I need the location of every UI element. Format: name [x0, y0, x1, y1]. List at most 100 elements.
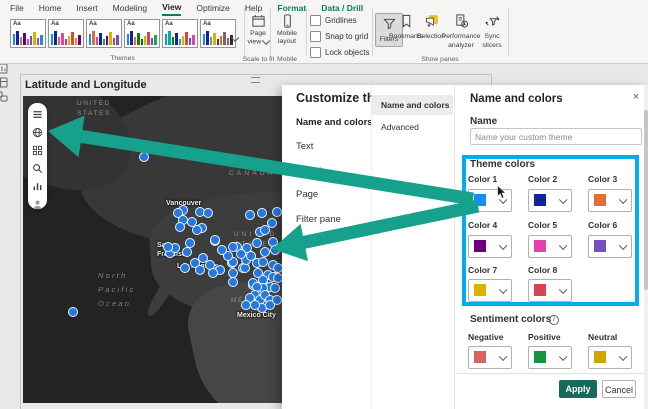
theme-card-2[interactable]: Aa — [48, 19, 84, 48]
neutral-dropdown[interactable] — [588, 346, 632, 369]
map-data-point[interactable] — [203, 208, 213, 218]
theme-card-3[interactable]: Aa — [86, 19, 122, 48]
map-data-point[interactable] — [208, 268, 218, 278]
map-data-point[interactable] — [217, 245, 227, 255]
map-data-point[interactable] — [272, 207, 282, 217]
menu-view[interactable]: View — [162, 1, 181, 16]
scrollbar-thumb[interactable] — [644, 110, 648, 290]
search-icon[interactable] — [32, 161, 43, 179]
map-data-point[interactable] — [163, 242, 173, 252]
theme-bar — [78, 35, 80, 45]
map-label-north: North Pacific Ocean — [98, 269, 136, 311]
theme-bar — [168, 31, 170, 45]
map-data-point[interactable] — [195, 265, 205, 275]
positive-dropdown[interactable] — [528, 346, 572, 369]
map-data-point[interactable] — [180, 263, 190, 273]
theme-card-6[interactable]: Aa — [200, 19, 236, 48]
nav-item-page[interactable]: Page — [296, 189, 318, 200]
menu-optimize[interactable]: Optimize — [196, 2, 230, 15]
map-data-point[interactable] — [252, 238, 262, 248]
menu-file[interactable]: File — [10, 2, 24, 15]
color-dropdown-5[interactable] — [528, 235, 572, 258]
color-label-4: Color 4 — [468, 220, 497, 230]
data-view-icon[interactable] — [0, 77, 8, 88]
map-data-point[interactable] — [68, 307, 78, 317]
checkbox-box[interactable] — [310, 15, 321, 26]
color-dropdown-1[interactable] — [468, 189, 512, 212]
close-icon[interactable]: × — [630, 91, 642, 103]
map-toolbar — [28, 103, 47, 209]
menu-modeling[interactable]: Modeling — [113, 2, 148, 15]
map-data-point[interactable] — [258, 257, 268, 267]
theme-bar — [16, 31, 18, 45]
visual-drag-handle[interactable] — [251, 77, 260, 83]
performance-analyzer-button[interactable]: Performance analyzer — [443, 13, 479, 50]
subnav-item-name-and-colors[interactable]: Name and colors — [371, 95, 453, 115]
map-data-point[interactable] — [245, 210, 255, 220]
bar-chart-icon[interactable] — [32, 179, 43, 197]
map-data-point[interactable] — [175, 222, 185, 232]
dialog-scrollbar[interactable] — [644, 85, 648, 409]
bookmarks-button[interactable]: Bookmarks — [392, 13, 420, 42]
checkbox-lock-objects[interactable]: Lock objects — [310, 47, 369, 58]
color-dropdown-3[interactable] — [588, 189, 632, 212]
theme-bar — [165, 34, 167, 45]
cancel-button[interactable]: Cancel — [602, 380, 636, 398]
map-data-point[interactable] — [273, 273, 283, 283]
map-data-point[interactable] — [260, 247, 270, 257]
apply-button[interactable]: Apply — [559, 380, 597, 398]
map-data-point[interactable] — [192, 225, 202, 235]
theme-card-aa-label: Aa — [51, 21, 59, 27]
nav-item-name-and-colors[interactable]: Name and colors — [296, 117, 373, 128]
menu-data-drill[interactable]: Data / Drill — [321, 2, 363, 15]
theme-card-5[interactable]: Aa — [162, 19, 198, 48]
selection-button[interactable]: Selection — [418, 13, 444, 42]
color-dropdown-8[interactable] — [528, 279, 572, 302]
color-dropdown-2[interactable] — [528, 189, 572, 212]
user-icon[interactable] — [32, 197, 43, 215]
theme-bar — [192, 35, 194, 45]
theme-bar — [210, 37, 212, 45]
color-label-1: Color 1 — [468, 174, 497, 184]
map-data-point[interactable] — [272, 295, 282, 305]
theme-card-1[interactable]: Aa — [10, 19, 46, 48]
map-data-point[interactable] — [270, 283, 280, 293]
basemap-grid-icon[interactable] — [32, 143, 43, 161]
nav-item-filter-pane[interactable]: Filter pane — [296, 214, 341, 225]
color-dropdown-7[interactable] — [468, 279, 512, 302]
color-dropdown-6[interactable] — [588, 235, 632, 258]
menu-home[interactable]: Home — [39, 2, 62, 15]
theme-name-input[interactable] — [470, 128, 642, 145]
nav-item-text[interactable]: Text — [296, 141, 313, 152]
sync-slicers-button[interactable]: Sync slicers — [478, 13, 506, 50]
menu-insert[interactable]: Insert — [76, 2, 97, 15]
checkbox-box[interactable] — [310, 47, 321, 58]
subnav-item-advanced[interactable]: Advanced — [371, 117, 453, 137]
map-data-point[interactable] — [257, 208, 267, 218]
globe-icon[interactable] — [32, 125, 43, 143]
negative-dropdown[interactable] — [468, 346, 512, 369]
report-view-icon[interactable] — [0, 63, 8, 74]
color-dropdown-4[interactable] — [468, 235, 512, 258]
mobile-layout-button[interactable]: Mobile layout — [272, 13, 302, 47]
map-data-point[interactable] — [139, 152, 149, 162]
checkbox-gridlines[interactable]: Gridlines — [310, 15, 357, 26]
map-data-point[interactable] — [182, 247, 192, 257]
map-data-point[interactable] — [250, 300, 260, 310]
map-data-point[interactable] — [228, 277, 238, 287]
checkbox-snap-to-grid[interactable]: Snap to grid — [310, 31, 368, 42]
map-data-point[interactable] — [210, 235, 220, 245]
info-icon[interactable]: i — [549, 315, 559, 325]
menu-icon[interactable] — [32, 107, 43, 125]
map-data-point[interactable] — [260, 225, 270, 235]
model-view-icon[interactable] — [0, 91, 8, 102]
map-data-point[interactable] — [270, 245, 280, 255]
page-view-button[interactable]: Page view — [246, 13, 270, 47]
nav-item-visuals[interactable]: Visuals — [296, 166, 326, 177]
map-data-point[interactable] — [273, 263, 283, 273]
checkbox-box[interactable] — [310, 31, 321, 42]
theme-card-4[interactable]: Aa — [124, 19, 160, 48]
map-data-point[interactable] — [228, 242, 238, 252]
theme-gallery-expand-button[interactable] — [232, 27, 242, 39]
map-data-point[interactable] — [246, 251, 256, 261]
